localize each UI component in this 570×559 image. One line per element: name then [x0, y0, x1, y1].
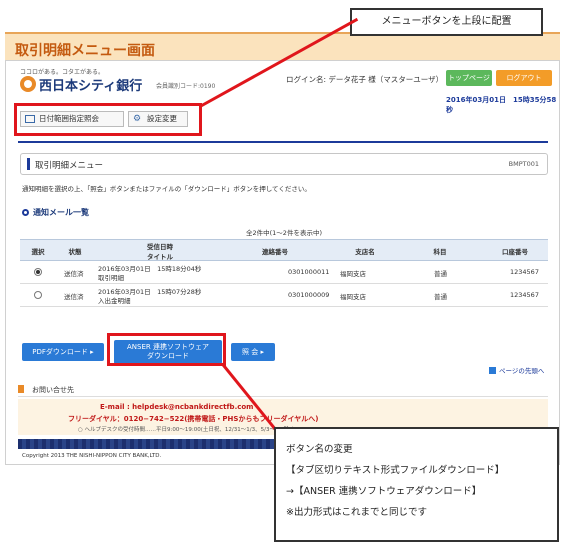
page-top-label: ページの先頭へ — [499, 367, 545, 375]
copyright: Copyright 2013 THE NISHI-NIPPON CITY BAN… — [22, 453, 162, 459]
row-contact-no: 0301000011 — [288, 268, 330, 276]
highlight-anser-button — [107, 333, 226, 366]
callout-bottom: ボタン名の変更 【タブ区切りテキスト形式ファイルダウンロード】 →【ANSER … — [274, 427, 559, 542]
instruction-text: 通知明細を選択の上、「照会」ボタンまたはファイルの「ダウンロード」ボタンを押して… — [22, 185, 311, 193]
contact-email[interactable]: E-mail : helpdesk@ncbankdirectfb.com — [100, 403, 253, 411]
row-status: 送信済 — [64, 293, 84, 301]
inquiry-label: 照 会 — [242, 348, 259, 356]
callout-line2: 【タブ区切りテキスト形式ファイルダウンロード】 — [286, 465, 505, 476]
callout-top: メニューボタンを上段に配置 — [350, 8, 543, 36]
row-contact-no: 0301000009 — [288, 291, 330, 299]
col-account: 口座番号 — [502, 248, 528, 256]
row-subject: 普通 — [434, 293, 447, 301]
contact-heading: お問い合せ先 — [18, 385, 548, 397]
login-name: ログイン名: データ花子 様（マスターユーザ） — [286, 75, 444, 84]
col-subject: 科目 — [433, 248, 447, 256]
highlight-tabs — [14, 103, 202, 136]
notification-table: 選択 状態 受信日時 タイトル 連絡番号 支店名 科目 口座番号 送信済 201… — [20, 239, 548, 307]
screen-code: BMPT001 — [508, 160, 539, 168]
menu-title: 取引明細メニュー — [35, 161, 104, 171]
pdf-download-label: PDFダウンロード — [32, 348, 88, 356]
row-title: 入出金明細 — [98, 297, 131, 305]
page-title-bar: 取引明細メニュー画面 — [5, 32, 560, 60]
callout-line1: ボタン名の変更 — [286, 444, 353, 455]
col-title: タイトル — [147, 253, 173, 261]
result-count: 全2件中(1〜2件を表示中) — [246, 229, 322, 237]
login-datetime: 2016年03月01日 15時35分58秒 — [446, 96, 557, 114]
row-radio[interactable] — [34, 291, 42, 299]
inquiry-button[interactable]: 照 会 ▸ — [231, 343, 275, 361]
page-top-link[interactable]: ページの先頭へ — [489, 365, 544, 375]
col-contact-no: 連絡番号 — [262, 248, 288, 256]
divider — [18, 141, 548, 143]
row-radio[interactable] — [34, 268, 42, 276]
row-branch: 福岡支店 — [340, 293, 366, 301]
callout-line4: ※出力形式はこれまでと同じです — [286, 507, 427, 518]
col-received: 受信日時 — [147, 243, 173, 251]
table-row[interactable]: 送信済 2016年03月01日 15時18分04秒 取引明細 030100001… — [20, 261, 548, 284]
section-title: 通知メール一覧 — [22, 207, 89, 218]
toppage-button[interactable]: トップページへ — [446, 70, 492, 98]
section-title-label: 通知メール一覧 — [33, 208, 89, 217]
table-row[interactable]: 送信済 2016年03月01日 15時07分28秒 入出金明細 03010000… — [20, 284, 548, 307]
col-status: 状態 — [68, 248, 82, 256]
row-account: 1234567 — [510, 291, 539, 299]
logout-button[interactable]: ログアウト — [496, 70, 552, 86]
col-select: 選択 — [31, 248, 45, 256]
menu-header-accent — [27, 158, 30, 170]
member-code: 会員識別コード:0190 — [156, 83, 216, 90]
page-title: 取引明細メニュー画面 — [15, 43, 155, 59]
pdf-download-button[interactable]: PDFダウンロード ▸ — [22, 343, 104, 361]
row-status: 送信済 — [64, 270, 84, 278]
col-branch: 支店名 — [355, 248, 375, 256]
row-branch: 福岡支店 — [340, 270, 366, 278]
row-subject: 普通 — [434, 270, 447, 278]
contact-hours: ○ ヘルプデスクの受付時間……平日9:00〜19:00(土日祝、12/31〜1/… — [78, 427, 297, 433]
row-title: 取引明細 — [98, 274, 124, 282]
row-account: 1234567 — [510, 268, 539, 276]
contact-heading-label: お問い合せ先 — [32, 386, 74, 394]
menu-header: 取引明細メニュー BMPT001 — [20, 153, 548, 175]
bank-name: 西日本シティ銀行 — [39, 79, 143, 94]
contact-free-dial: フリーダイヤル：0120−742−522(携帯電話・PHSからもフリーダイヤルへ… — [68, 415, 319, 423]
table-header: 選択 状態 受信日時 タイトル 連絡番号 支店名 科目 口座番号 — [20, 239, 548, 261]
bullet-icon — [22, 209, 29, 216]
bank-logo-icon — [20, 76, 36, 92]
contact-mark-icon — [18, 385, 24, 393]
arrow-up-icon — [489, 367, 496, 374]
callout-line3: →【ANSER 連携ソフトウェアダウンロード】 — [286, 486, 482, 497]
